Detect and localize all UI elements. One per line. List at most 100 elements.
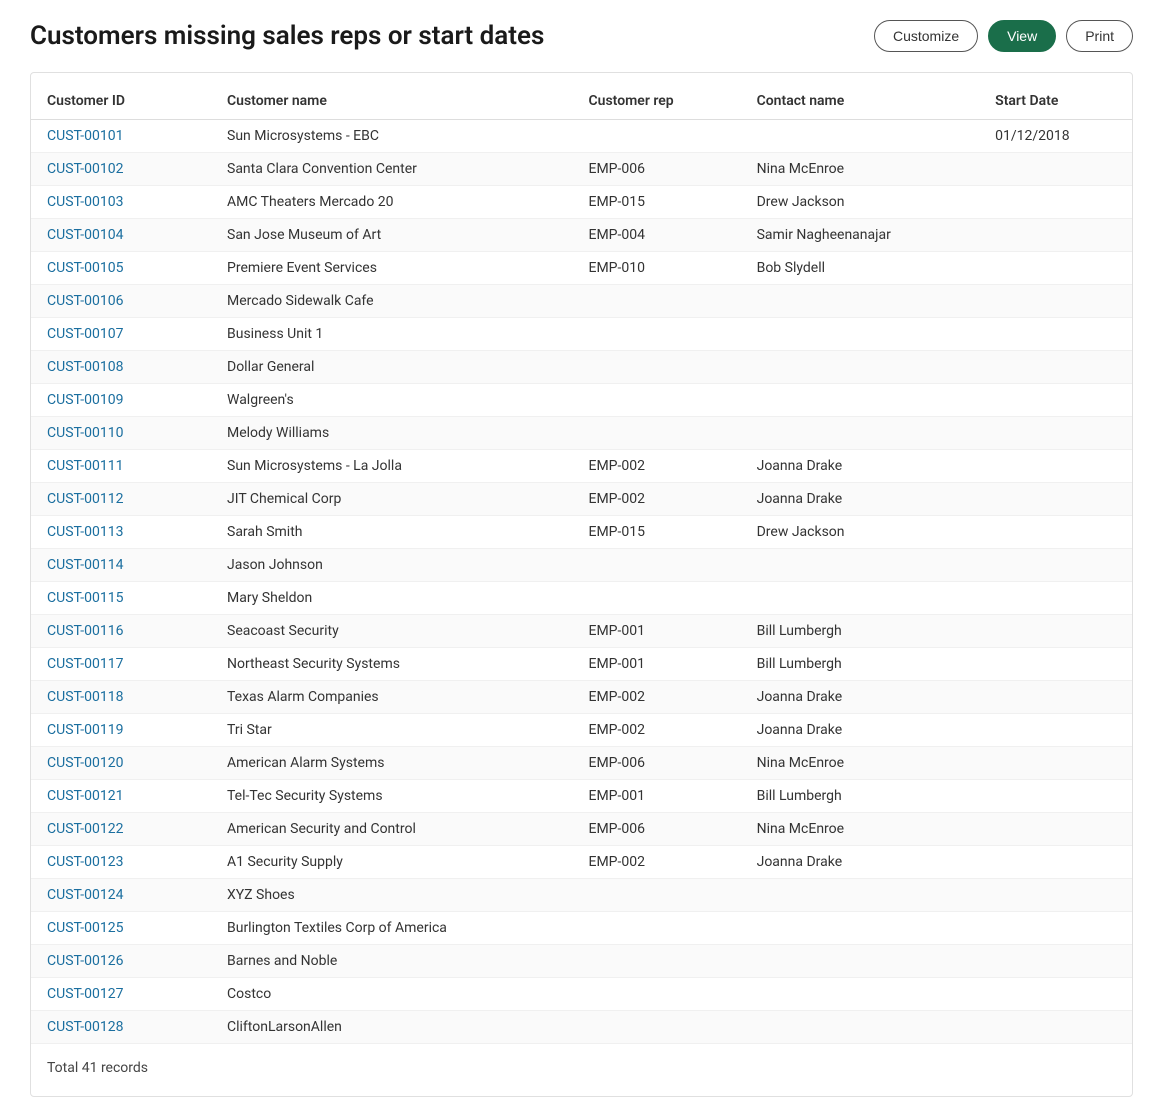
cell-start-date xyxy=(979,681,1132,714)
cell-customer-name: Jason Johnson xyxy=(211,549,573,582)
customer-id-link[interactable]: CUST-00128 xyxy=(47,1019,123,1035)
table-row: CUST-00111Sun Microsystems - La JollaEMP… xyxy=(31,450,1132,483)
table-row: CUST-00109Walgreen's xyxy=(31,384,1132,417)
cell-customer-name: AMC Theaters Mercado 20 xyxy=(211,186,573,219)
table-row: CUST-00106Mercado Sidewalk Cafe xyxy=(31,285,1132,318)
cell-start-date: 01/12/2018 xyxy=(979,120,1132,153)
header: Customers missing sales reps or start da… xyxy=(30,20,1133,52)
customer-id-link[interactable]: CUST-00115 xyxy=(47,590,123,606)
customer-id-link[interactable]: CUST-00109 xyxy=(47,392,123,408)
cell-customer-id: CUST-00114 xyxy=(31,549,211,582)
table-row: CUST-00116Seacoast SecurityEMP-001Bill L… xyxy=(31,615,1132,648)
cell-customer-id: CUST-00113 xyxy=(31,516,211,549)
cell-customer-name: Santa Clara Convention Center xyxy=(211,153,573,186)
cell-start-date xyxy=(979,318,1132,351)
cell-customer-id: CUST-00119 xyxy=(31,714,211,747)
cell-start-date xyxy=(979,912,1132,945)
view-button[interactable]: View xyxy=(988,20,1056,52)
customer-id-link[interactable]: CUST-00125 xyxy=(47,920,123,936)
table-row: CUST-00128 CliftonLarsonAllen xyxy=(31,1011,1132,1044)
customer-id-link[interactable]: CUST-00119 xyxy=(47,722,123,738)
cell-customer-name: American Security and Control xyxy=(211,813,573,846)
customer-id-link[interactable]: CUST-00127 xyxy=(47,986,123,1002)
cell-contact-name: Nina McEnroe xyxy=(741,153,980,186)
customer-id-link[interactable]: CUST-00113 xyxy=(47,524,123,540)
customer-id-link[interactable]: CUST-00111 xyxy=(47,458,123,474)
customer-id-link[interactable]: CUST-00116 xyxy=(47,623,123,639)
cell-contact-name: Nina McEnroe xyxy=(741,813,980,846)
customer-id-link[interactable]: CUST-00120 xyxy=(47,755,123,771)
customer-id-link[interactable]: CUST-00107 xyxy=(47,326,123,342)
cell-start-date xyxy=(979,582,1132,615)
table-row: CUST-00101Sun Microsystems - EBC01/12/20… xyxy=(31,120,1132,153)
customer-id-link[interactable]: CUST-00124 xyxy=(47,887,123,903)
customer-id-link[interactable]: CUST-00101 xyxy=(47,128,123,144)
cell-contact-name: Drew Jackson xyxy=(741,516,980,549)
table-row: CUST-00110 Melody Williams xyxy=(31,417,1132,450)
cell-customer-rep xyxy=(573,384,741,417)
customer-id-link[interactable]: CUST-00103 xyxy=(47,194,123,210)
cell-start-date xyxy=(979,351,1132,384)
cell-customer-name: Sun Microsystems - La Jolla xyxy=(211,450,573,483)
cell-customer-id: CUST-00127 xyxy=(31,978,211,1011)
cell-customer-rep xyxy=(573,285,741,318)
cell-customer-name: Tri Star xyxy=(211,714,573,747)
cell-customer-rep: EMP-002 xyxy=(573,846,741,879)
customer-id-link[interactable]: CUST-00114 xyxy=(47,557,123,573)
total-records: Total 41 records xyxy=(31,1044,1132,1076)
cell-customer-rep: EMP-006 xyxy=(573,153,741,186)
cell-start-date xyxy=(979,813,1132,846)
cell-customer-name: Northeast Security Systems xyxy=(211,648,573,681)
cell-customer-rep xyxy=(573,978,741,1011)
col-header-contact-name: Contact name xyxy=(741,83,980,120)
cell-customer-rep: EMP-002 xyxy=(573,483,741,516)
customize-button[interactable]: Customize xyxy=(874,20,978,52)
cell-customer-name: JIT Chemical Corp xyxy=(211,483,573,516)
customer-id-link[interactable]: CUST-00105 xyxy=(47,260,123,276)
cell-contact-name xyxy=(741,549,980,582)
print-button[interactable]: Print xyxy=(1066,20,1133,52)
cell-customer-name: Melody Williams xyxy=(211,417,573,450)
cell-contact-name: Joanna Drake xyxy=(741,714,980,747)
cell-start-date xyxy=(979,252,1132,285)
customer-id-link[interactable]: CUST-00104 xyxy=(47,227,123,243)
cell-customer-rep: EMP-001 xyxy=(573,648,741,681)
customer-id-link[interactable]: CUST-00102 xyxy=(47,161,123,177)
table-row: CUST-00104San Jose Museum of ArtEMP-004S… xyxy=(31,219,1132,252)
customer-id-link[interactable]: CUST-00118 xyxy=(47,689,123,705)
cell-customer-id: CUST-00103 xyxy=(31,186,211,219)
cell-customer-rep xyxy=(573,351,741,384)
customer-id-link[interactable]: CUST-00117 xyxy=(47,656,123,672)
table-row: CUST-00124 XYZ Shoes xyxy=(31,879,1132,912)
table-row: CUST-00112JIT Chemical CorpEMP-002Joanna… xyxy=(31,483,1132,516)
cell-customer-id: CUST-00105 xyxy=(31,252,211,285)
cell-customer-name: XYZ Shoes xyxy=(211,879,573,912)
cell-start-date xyxy=(979,1011,1132,1044)
cell-contact-name xyxy=(741,912,980,945)
page-wrapper: Customers missing sales reps or start da… xyxy=(0,0,1163,1117)
cell-customer-id: CUST-00120 xyxy=(31,747,211,780)
cell-contact-name xyxy=(741,945,980,978)
cell-customer-name: Dollar General xyxy=(211,351,573,384)
table-row: CUST-00122American Security and ControlE… xyxy=(31,813,1132,846)
customer-id-link[interactable]: CUST-00108 xyxy=(47,359,123,375)
customer-id-link[interactable]: CUST-00123 xyxy=(47,854,123,870)
table-row: CUST-00107Business Unit 1 xyxy=(31,318,1132,351)
customer-id-link[interactable]: CUST-00126 xyxy=(47,953,123,969)
table-row: CUST-00127Costco xyxy=(31,978,1132,1011)
cell-customer-rep: EMP-002 xyxy=(573,681,741,714)
customer-id-link[interactable]: CUST-00112 xyxy=(47,491,123,507)
customer-id-link[interactable]: CUST-00122 xyxy=(47,821,123,837)
cell-contact-name xyxy=(741,285,980,318)
cell-contact-name xyxy=(741,318,980,351)
customer-id-link[interactable]: CUST-00121 xyxy=(47,788,123,804)
cell-customer-name: Premiere Event Services xyxy=(211,252,573,285)
cell-customer-rep xyxy=(573,120,741,153)
cell-customer-name: CliftonLarsonAllen xyxy=(211,1011,573,1044)
cell-start-date xyxy=(979,615,1132,648)
cell-customer-id: CUST-00122 xyxy=(31,813,211,846)
customer-id-link[interactable]: CUST-00110 xyxy=(47,425,123,441)
table-row: CUST-00103AMC Theaters Mercado 20EMP-015… xyxy=(31,186,1132,219)
customer-id-link[interactable]: CUST-00106 xyxy=(47,293,123,309)
cell-contact-name: Joanna Drake xyxy=(741,450,980,483)
